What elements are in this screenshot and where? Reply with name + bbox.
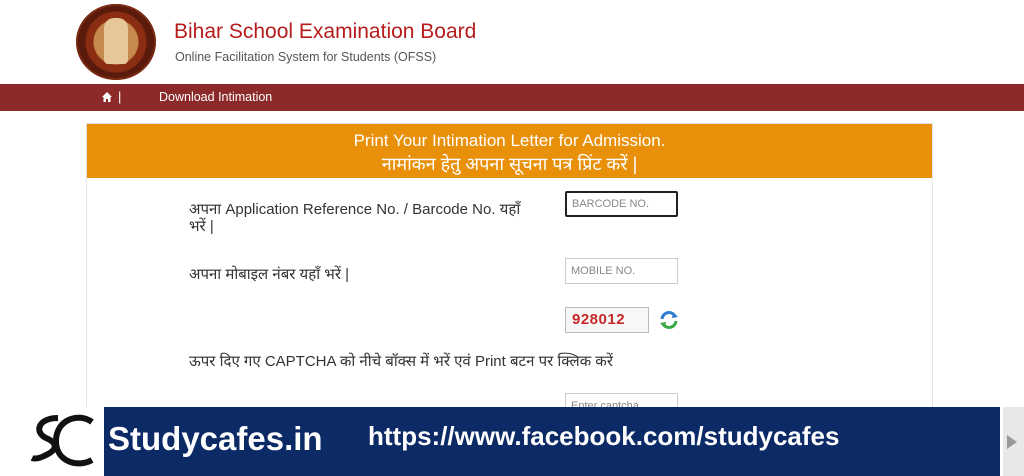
banner-facebook-url: https://www.facebook.com/studycafes — [368, 421, 840, 451]
panel-heading: Print Your Intimation Letter for Admissi… — [87, 124, 932, 178]
nav-separator: | — [118, 89, 122, 104]
mobile-label: अपना मोबाइल नंबर यहाँ भरें | — [189, 266, 350, 283]
nav-download-intimation[interactable]: Download Intimation — [159, 90, 272, 104]
top-navbar: | Download Intimation — [0, 84, 1024, 111]
site-title: Bihar School Examination Board — [174, 20, 477, 43]
refresh-icon[interactable] — [658, 309, 680, 331]
captcha-instruction: ऊपर दिए गए CAPTCHA को नीचे बॉक्स में भरे… — [189, 353, 613, 370]
site-header: Bihar School Examination Board Online Fa… — [0, 0, 1024, 84]
heading-english: Print Your Intimation Letter for Admissi… — [353, 131, 666, 150]
mobile-input[interactable] — [565, 258, 678, 284]
watermark-banner: Studycafes.in https://www.facebook.com/s… — [0, 407, 1024, 476]
captcha-image: 928012 — [565, 307, 649, 333]
scroll-right-arrow[interactable] — [1003, 407, 1024, 476]
barcode-label: अपना Application Reference No. / Barcode… — [189, 201, 521, 235]
studycafes-logo — [30, 414, 94, 467]
home-icon[interactable] — [101, 91, 113, 103]
barcode-input[interactable] — [565, 191, 678, 217]
site-subtitle: Online Facilitation System for Students … — [175, 50, 437, 64]
heading-hindi: नामांकन हेतु अपना सूचना पत्र प्रिंट करें… — [381, 154, 638, 174]
intimation-panel: Print Your Intimation Letter for Admissi… — [86, 123, 933, 425]
logo-figure — [104, 18, 128, 64]
bseb-logo[interactable] — [76, 4, 156, 80]
chevron-right-icon — [1007, 435, 1017, 449]
banner-site-name: Studycafes.in — [108, 420, 323, 457]
